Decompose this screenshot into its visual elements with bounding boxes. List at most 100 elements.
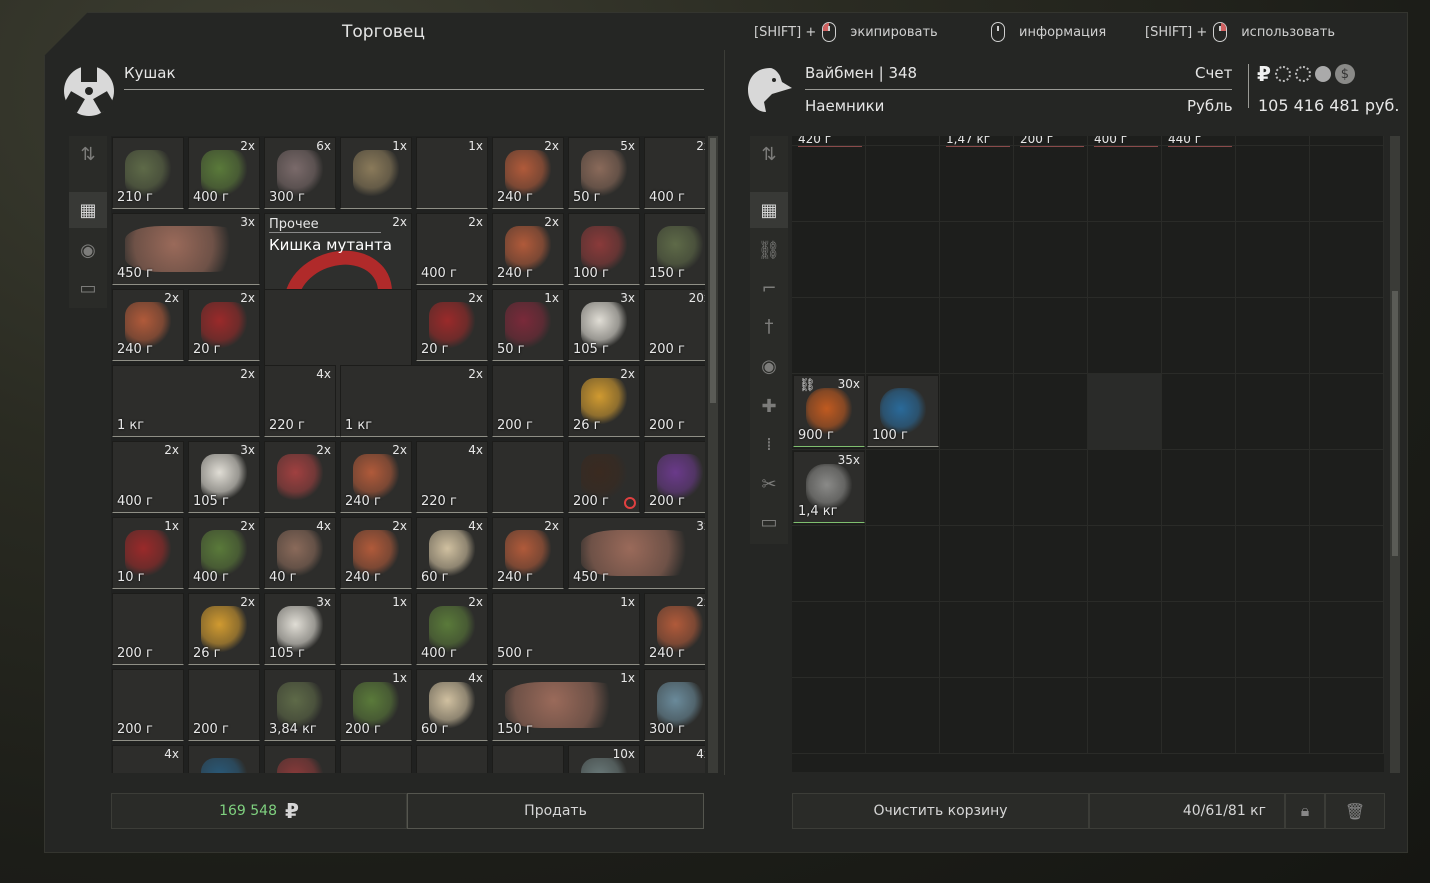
empty-slot[interactable]: [1310, 374, 1384, 450]
gear-coin-icon[interactable]: [1274, 66, 1291, 82]
empty-slot[interactable]: [1236, 678, 1310, 754]
empty-slot[interactable]: [792, 298, 866, 374]
empty-slot[interactable]: [1236, 602, 1310, 678]
empty-slot[interactable]: [1310, 526, 1384, 602]
item-slot[interactable]: 1x 150 г: [492, 669, 640, 741]
item-slot[interactable]: 2x 400 г: [112, 441, 184, 513]
item-slot[interactable]: 2x: [264, 441, 336, 513]
empty-slot[interactable]: [1014, 602, 1088, 678]
item-slot[interactable]: [340, 745, 412, 773]
empty-slot[interactable]: [866, 222, 940, 298]
artifact-filter-icon[interactable]: ◉: [750, 348, 788, 384]
item-slot[interactable]: 3x 105 г: [188, 441, 260, 513]
item-slot[interactable]: 10x: [568, 745, 640, 773]
empty-slot[interactable]: [1310, 136, 1384, 146]
empty-slot[interactable]: [1162, 526, 1236, 602]
empty-slot[interactable]: [1088, 450, 1162, 526]
item-slot[interactable]: 1x 200 г: [340, 669, 412, 741]
empty-slot[interactable]: [1088, 374, 1162, 450]
item-slot[interactable]: 2x 400 г: [644, 137, 705, 209]
item-slot[interactable]: 2x 240 г: [112, 289, 184, 361]
empty-slot[interactable]: [1162, 678, 1236, 754]
weapon-filter-icon[interactable]: ⌐: [750, 270, 788, 306]
item-slot[interactable]: 1x 10 г: [112, 517, 184, 589]
box-filter-icon[interactable]: ▭: [69, 270, 107, 306]
item-slot[interactable]: 6x 300 г: [264, 137, 336, 209]
item-slot[interactable]: 4x 60 г: [416, 669, 488, 741]
item-slot[interactable]: 1x: [340, 593, 412, 665]
item-slot[interactable]: 2x 20 г: [188, 289, 260, 361]
grid-view-icon[interactable]: ▦: [750, 192, 788, 228]
item-slot[interactable]: 2x 240 г: [340, 441, 412, 513]
item-slot[interactable]: 200 г: [112, 669, 184, 741]
empty-slot[interactable]: [1088, 222, 1162, 298]
empty-slot[interactable]: [1162, 602, 1236, 678]
empty-slot[interactable]: [1014, 146, 1088, 222]
item-slot[interactable]: 2x 26 г: [568, 365, 640, 437]
empty-slot[interactable]: [1162, 298, 1236, 374]
item-slot[interactable]: 2x 26 г: [188, 593, 260, 665]
ruble-icon[interactable]: ₽: [1257, 62, 1271, 86]
item-slot[interactable]: 210 г: [112, 137, 184, 209]
empty-slot[interactable]: [792, 222, 866, 298]
empty-slot[interactable]: [1014, 526, 1088, 602]
item-slot[interactable]: [188, 745, 260, 773]
empty-slot[interactable]: [866, 450, 940, 526]
item-slot[interactable]: 4x 220 г: [264, 365, 336, 437]
empty-slot[interactable]: [1014, 450, 1088, 526]
tools-filter-icon[interactable]: ✂: [750, 466, 788, 502]
empty-slot[interactable]: [1014, 222, 1088, 298]
empty-slot[interactable]: [940, 450, 1014, 526]
empty-slot[interactable]: [1236, 526, 1310, 602]
item-slot[interactable]: 2x 240 г: [340, 517, 412, 589]
item-slot[interactable]: [264, 745, 336, 773]
item-slot[interactable]: 2x 400 г: [188, 137, 260, 209]
clear-cart-button[interactable]: Очистить корзину: [792, 793, 1089, 829]
ammo-filter-icon[interactable]: ⁞: [750, 426, 788, 462]
empty-slot[interactable]: [1236, 298, 1310, 374]
item-slot[interactable]: 4x: [644, 745, 705, 773]
empty-slot[interactable]: [866, 526, 940, 602]
empty-slot[interactable]: [1236, 374, 1310, 450]
item-slot[interactable]: 200 г: [492, 365, 564, 437]
item-slot[interactable]: 2x 1 кг: [112, 365, 260, 437]
item-slot[interactable]: 300 г: [644, 669, 705, 741]
leaf-coin-icon[interactable]: [1314, 66, 1331, 82]
item-slot[interactable]: 200 г: [188, 669, 260, 741]
empty-slot[interactable]: [1088, 678, 1162, 754]
item-slot[interactable]: 2x 1 кг: [340, 365, 488, 437]
item-slot[interactable]: 3,84 кг: [264, 669, 336, 741]
empty-slot[interactable]: [940, 146, 1014, 222]
empty-slot[interactable]: [1088, 602, 1162, 678]
empty-slot[interactable]: [792, 526, 866, 602]
medkit-filter-icon[interactable]: ✚: [750, 388, 788, 424]
item-slot[interactable]: 200 г: [644, 365, 705, 437]
item-slot[interactable]: 200 г: [112, 593, 184, 665]
player-scrollbar[interactable]: [1390, 136, 1400, 773]
empty-slot[interactable]: [866, 146, 940, 222]
item-slot[interactable]: 2x 240 г: [644, 593, 705, 665]
empty-slot[interactable]: [1014, 298, 1088, 374]
empty-slot[interactable]: [940, 298, 1014, 374]
item-slot[interactable]: 3x 105 г: [568, 289, 640, 361]
artifact-filter-icon[interactable]: ◉: [69, 232, 107, 268]
empty-slot[interactable]: [940, 374, 1014, 450]
empty-slot[interactable]: [1310, 678, 1384, 754]
attachment-filter-icon[interactable]: ⛓: [750, 232, 788, 268]
empty-slot[interactable]: [1088, 298, 1162, 374]
cart-item-slot[interactable]: 35x 1,4 кг: [793, 451, 865, 523]
item-slot[interactable]: 4x 60 г: [416, 517, 488, 589]
item-slot[interactable]: [416, 745, 488, 773]
item-slot[interactable]: 1x 50 г: [492, 289, 564, 361]
knife-filter-icon[interactable]: †: [750, 308, 788, 344]
empty-slot[interactable]: [940, 526, 1014, 602]
gear-coin-icon[interactable]: [1294, 66, 1311, 82]
trader-scrollbar[interactable]: [708, 136, 718, 773]
empty-slot[interactable]: [1236, 146, 1310, 222]
item-slot[interactable]: 4x 40 г: [264, 517, 336, 589]
item-slot[interactable]: 2x 20 г: [416, 289, 488, 361]
item-slot[interactable]: 150 г: [644, 213, 705, 285]
empty-slot[interactable]: [940, 602, 1014, 678]
empty-slot[interactable]: [792, 146, 866, 222]
item-slot[interactable]: 2x 400 г: [416, 213, 488, 285]
